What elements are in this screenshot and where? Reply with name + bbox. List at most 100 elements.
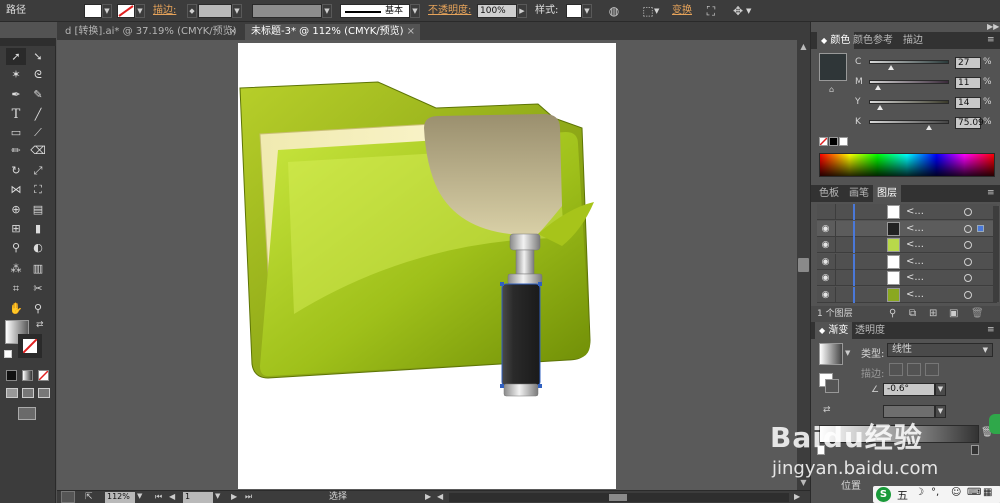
color-spectrum-bar[interactable]: [819, 153, 995, 177]
ime-mode-label[interactable]: 五: [897, 487, 908, 503]
channel-value-k[interactable]: 75.09: [955, 117, 984, 129]
aspect-dropdown-icon[interactable]: ▼: [935, 405, 946, 418]
layers-scrollbar[interactable]: [993, 206, 999, 302]
stroke-swatch[interactable]: [117, 4, 135, 18]
prev-page-icon[interactable]: ◀: [169, 492, 175, 501]
collapse-panels-icon[interactable]: ▶▶: [987, 22, 999, 31]
recolor-artwork-icon[interactable]: ◍: [606, 3, 622, 19]
symbol-sprayer-tool-icon[interactable]: ⁂: [6, 260, 26, 277]
lock-toggle-box[interactable]: [835, 237, 836, 253]
color-mode-icon[interactable]: [6, 370, 17, 381]
lock-toggle-box[interactable]: [835, 204, 836, 220]
angle-dropdown-icon[interactable]: ▼: [935, 383, 946, 396]
opacity-label[interactable]: 不透明度:: [428, 0, 471, 22]
gradient-stop-right[interactable]: [971, 445, 979, 455]
keyboard-icon[interactable]: ⌨: [967, 487, 981, 498]
draw-inside-icon[interactable]: [38, 388, 50, 398]
rotate-tool-icon[interactable]: ↻: [6, 162, 26, 179]
channel-slider-thumb[interactable]: [926, 125, 932, 130]
stroke-along-icon[interactable]: [907, 363, 921, 376]
horizontal-scrollbar[interactable]: [449, 493, 789, 502]
gradient-preview-swatch[interactable]: [819, 343, 843, 365]
draw-behind-icon[interactable]: [22, 388, 34, 398]
type-tool-icon[interactable]: T: [6, 106, 26, 123]
tab-document-2[interactable]: 未标题-3* @ 112% (CMYK/预览) ×: [245, 24, 420, 40]
magnifier-handle[interactable]: [501, 283, 541, 387]
stroke-weight-stepper[interactable]: ◆: [187, 4, 197, 18]
layer-row[interactable]: ◉ <...: [817, 237, 997, 253]
lock-toggle-box[interactable]: [835, 253, 836, 270]
opacity-field[interactable]: 100%: [477, 4, 517, 18]
hscroll-right-icon[interactable]: ▶: [794, 492, 800, 501]
stroke-weight-field[interactable]: [198, 4, 232, 18]
gradient-presets-dropdown-icon[interactable]: ▼: [845, 349, 850, 357]
hscroll-left-icon[interactable]: ◀: [437, 492, 443, 501]
stroke-style-field[interactable]: 基本: [340, 4, 410, 18]
envelope-dropdown-icon[interactable]: ▼: [746, 3, 751, 19]
page-dropdown-icon[interactable]: ▼: [215, 492, 225, 503]
pen-tool-icon[interactable]: ✒: [6, 86, 26, 103]
visibility-eye-icon[interactable]: ◉: [820, 273, 831, 283]
stroke-style-dropdown[interactable]: ▼: [410, 4, 420, 18]
ime-toolbar[interactable]: S 五 ☽ °, ☺ ⌨ ▦: [873, 486, 1000, 503]
gradient-mode-icon[interactable]: [22, 370, 33, 381]
stroke-within-icon[interactable]: [889, 363, 903, 376]
gradient-type-select[interactable]: 线性 ▼: [887, 343, 993, 357]
handle-selection-anchor[interactable]: [500, 282, 504, 286]
layer-row[interactable]: ◉ <...: [817, 286, 997, 303]
last-page-icon[interactable]: ⏭: [245, 492, 252, 502]
new-sublayer-icon[interactable]: ⊞: [929, 306, 937, 322]
artboard-tool-icon[interactable]: ⌗: [6, 280, 26, 297]
magic-wand-tool-icon[interactable]: ✶: [6, 66, 26, 83]
channel-slider-thumb[interactable]: [874, 85, 881, 90]
handle-selection-anchor[interactable]: [538, 282, 542, 286]
tab-document-1[interactable]: d [转换].ai* @ 37.19% (CMYK/预览) ×: [59, 24, 242, 40]
mesh-tool-icon[interactable]: ⊞: [6, 220, 26, 237]
hscroll-thumb[interactable]: [609, 494, 627, 501]
visibility-eye-icon[interactable]: ◉: [820, 224, 831, 234]
tab-gradient[interactable]: ◆ 渐变: [815, 322, 853, 339]
slice-tool-icon[interactable]: ✂: [28, 280, 48, 297]
channel-slider-k[interactable]: [869, 120, 949, 124]
magnifier-collar[interactable]: [509, 233, 541, 251]
next-page-icon[interactable]: ▶: [231, 492, 237, 501]
gradient-tool-icon[interactable]: ▮: [28, 220, 48, 237]
stroke-dropdown[interactable]: ▼: [135, 4, 145, 18]
none-color-icon[interactable]: [819, 137, 828, 146]
layer-target-icon[interactable]: [964, 224, 972, 233]
fill-swatch[interactable]: [84, 4, 102, 18]
tab-color-guide[interactable]: 颜色参考: [849, 32, 897, 49]
none-mode-icon[interactable]: [38, 370, 49, 381]
perspective-grid-tool-icon[interactable]: ▤: [28, 201, 48, 218]
handle-selection-anchor[interactable]: [500, 384, 504, 388]
tab-swatches[interactable]: 色板: [815, 185, 843, 202]
stroke-label[interactable]: 描边:: [153, 0, 176, 22]
zoom-tool-icon[interactable]: ⚲: [28, 300, 48, 317]
stroke-indicator[interactable]: [825, 379, 839, 393]
channel-slider-m[interactable]: [869, 80, 949, 84]
panel-menu-icon[interactable]: ≡: [987, 35, 995, 45]
channel-slider-y[interactable]: [869, 100, 949, 104]
lasso-tool-icon[interactable]: ᘓ: [28, 66, 48, 83]
folder-artwork[interactable]: [238, 78, 598, 398]
visibility-eye-icon[interactable]: [820, 207, 831, 217]
shape-builder-tool-icon[interactable]: ⊕: [6, 201, 26, 218]
artboard-nav-icon[interactable]: [61, 491, 75, 503]
handle-selection-anchor[interactable]: [538, 384, 542, 388]
rectangle-tool-icon[interactable]: ▭: [6, 124, 26, 141]
tab-layers[interactable]: 图层: [873, 185, 901, 202]
white-color-swatch[interactable]: [839, 137, 848, 146]
layer-row[interactable]: ◉ <...: [817, 253, 997, 270]
transform-label[interactable]: 变换: [672, 0, 692, 22]
column-graph-tool-icon[interactable]: ▥: [28, 260, 48, 277]
visibility-eye-icon[interactable]: ◉: [820, 240, 831, 250]
emoji-icon[interactable]: ☺: [951, 487, 961, 498]
zoom-field[interactable]: 112%: [105, 492, 135, 503]
layer-target-icon[interactable]: [964, 274, 972, 282]
draw-normal-icon[interactable]: [6, 388, 18, 398]
scale-tool-icon[interactable]: ⤢: [28, 162, 48, 179]
black-color-swatch[interactable]: [829, 137, 838, 146]
free-transform-tool-icon[interactable]: ⛶: [28, 181, 48, 198]
zoom-dropdown-icon[interactable]: ▼: [137, 492, 147, 503]
share-icon[interactable]: ⇱: [85, 491, 99, 503]
